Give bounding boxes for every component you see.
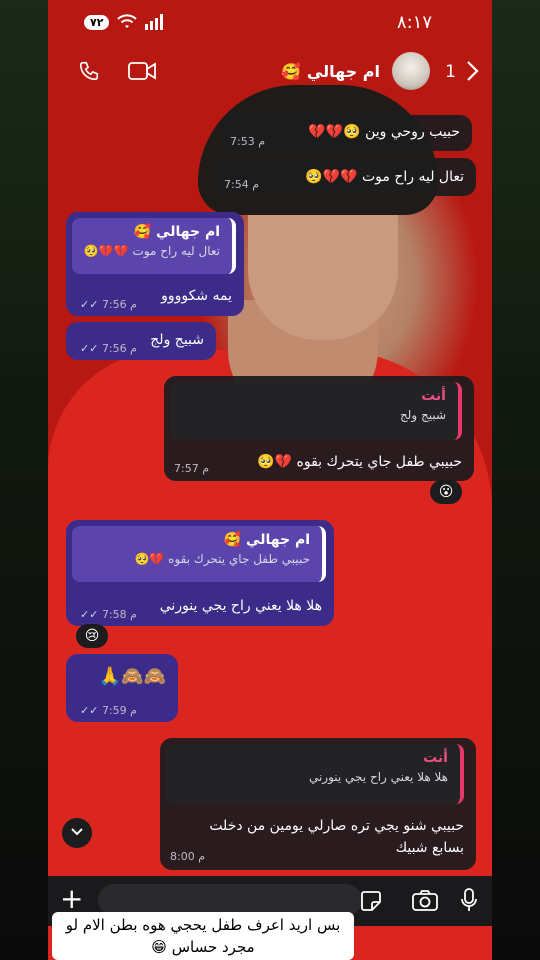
phone-call-icon[interactable] xyxy=(78,60,100,82)
message-time: ✓✓ 7:56 م xyxy=(76,298,137,311)
message-time-text: 7:58 م xyxy=(101,608,137,621)
message-text-line2: بسابع شبيك xyxy=(395,840,464,856)
double-check-icon: ✓✓ xyxy=(80,342,102,355)
sticker-icon[interactable] xyxy=(360,890,382,912)
reply-sender: ام جهالي 🥰 xyxy=(223,532,310,548)
battery-icon: ٧٢ xyxy=(84,14,110,30)
message-incoming[interactable]: أنت شبيج ولج حبيبي طفل جاي يتحرك بقوه 💔🥺… xyxy=(164,376,474,481)
caption-line1: بس اريد اعرف طفل يحجي هوه بطن الام لو xyxy=(65,916,341,934)
story-caption: بس اريد اعرف طفل يحجي هوه بطن الام لو مج… xyxy=(52,912,354,960)
phone-screen: ٧٢ ٨:١٧ ام جهالي 🥰 1 حبيب روحي وين 🥺💔💔 7… xyxy=(0,0,540,960)
message-time: 7:57 م xyxy=(174,462,210,475)
message-time-text: 7:56 م xyxy=(101,298,137,311)
camera-icon[interactable] xyxy=(412,889,438,911)
status-time: ٨:١٧ xyxy=(396,12,432,33)
attach-plus-icon[interactable]: + xyxy=(60,884,83,914)
message-incoming[interactable]: تعال ليه راح موت 💔💔🥺 7:54 م xyxy=(214,158,476,196)
status-bar: ٧٢ ٨:١٧ xyxy=(48,0,492,50)
microphone-icon[interactable] xyxy=(460,888,478,912)
message-time: 7:53 م xyxy=(230,135,266,148)
back-chevron-icon[interactable] xyxy=(466,60,480,82)
caption-line2: مجرد حساس 😁 xyxy=(151,938,255,956)
reply-text: حبيبي طفل جاي يتحرك بقوه 💔🥺 xyxy=(134,552,310,566)
message-text: هلا هلا يعني راح يجي ينورني xyxy=(159,598,322,614)
reply-sender: ام جهالي 🥰 xyxy=(133,224,220,240)
message-incoming[interactable]: حبيب روحي وين 🥺💔💔 7:53 م xyxy=(220,115,472,151)
chat-header: ام جهالي 🥰 1 xyxy=(48,50,492,94)
signal-icon xyxy=(145,14,164,30)
message-time: ✓✓ 7:56 م xyxy=(76,342,137,355)
message-text: حبيبي طفل جاي يتحرك بقوه 💔🥺 xyxy=(257,454,462,470)
message-time: ✓✓ 7:58 م xyxy=(76,608,137,621)
message-outgoing[interactable]: ام جهالي 🥰 تعال ليه راح موت 💔💔🥺 يمه شكوو… xyxy=(66,212,244,316)
reply-sender: أنت xyxy=(421,388,446,404)
chat-app: ٧٢ ٨:١٧ ام جهالي 🥰 1 حبيب روحي وين 🥺💔💔 7… xyxy=(48,0,492,960)
message-outgoing[interactable]: شبيج ولج ✓✓ 7:56 م xyxy=(66,322,216,360)
reply-quote[interactable]: ام جهالي 🥰 حبيبي طفل جاي يتحرك بقوه 💔🥺 xyxy=(72,526,326,582)
message-time: 8:00 م xyxy=(170,850,206,863)
wifi-icon xyxy=(117,14,138,28)
status-icons: ٧٢ xyxy=(84,14,167,30)
reply-text: هلا هلا يعني راح يجي ينورني xyxy=(308,770,448,784)
message-time-text: 7:56 م xyxy=(101,342,137,355)
double-check-icon: ✓✓ xyxy=(80,608,102,621)
double-check-icon: ✓✓ xyxy=(80,298,102,311)
contact-avatar[interactable] xyxy=(392,52,430,90)
message-outgoing[interactable]: 🙈🙈🙏 ✓✓ 7:59 م xyxy=(66,654,178,722)
message-text: يمه شكوووو xyxy=(161,288,232,304)
video-call-icon[interactable] xyxy=(128,60,156,82)
chevron-down-icon xyxy=(71,828,83,836)
unread-count: 1 xyxy=(445,62,456,82)
reply-quote[interactable]: أنت شبيج ولج xyxy=(170,382,462,440)
message-reaction[interactable]: 😮 xyxy=(430,480,462,504)
message-outgoing[interactable]: ام جهالي 🥰 حبيبي طفل جاي يتحرك بقوه 💔🥺 ه… xyxy=(66,520,334,626)
reply-text: شبيج ولج xyxy=(399,408,446,422)
message-incoming[interactable]: أنت هلا هلا يعني راح يجي ينورني حبيبي شن… xyxy=(160,738,476,870)
scroll-down-button[interactable] xyxy=(62,818,92,848)
reply-text: تعال ليه راح موت 💔💔🥺 xyxy=(83,244,220,258)
left-blur-border xyxy=(0,0,48,960)
message-time: ✓✓ 7:59 م xyxy=(76,704,137,717)
reply-quote[interactable]: أنت هلا هلا يعني راح يجي ينورني xyxy=(166,744,464,804)
message-time: 7:54 م xyxy=(224,178,260,191)
double-check-icon: ✓✓ xyxy=(80,704,102,717)
message-text: 🙈🙈🙏 xyxy=(98,666,166,687)
right-blur-border xyxy=(492,0,540,960)
reply-sender: أنت xyxy=(423,750,448,766)
message-reaction[interactable]: 😢 xyxy=(76,624,108,648)
message-time-text: 7:59 م xyxy=(101,704,137,717)
contact-name[interactable]: ام جهالي 🥰 xyxy=(281,62,380,81)
message-text-line1: حبيبي شنو يجي تره صارلي يومين من دخلت xyxy=(209,818,464,834)
reply-quote[interactable]: ام جهالي 🥰 تعال ليه راح موت 💔💔🥺 xyxy=(72,218,236,274)
